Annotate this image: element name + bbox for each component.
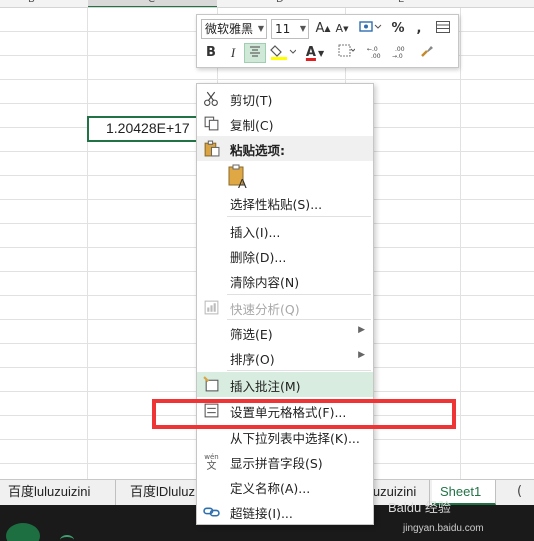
sheet-tab-1[interactable]: 百度luluzuizini: [0, 480, 116, 505]
font-size-select[interactable]: 11 ▼: [271, 19, 309, 39]
phonetic-icon: wén 文: [203, 453, 220, 472]
menu-item-define-name[interactable]: 定义名称(A)...: [197, 474, 373, 499]
menu-label-clear-contents: 清除内容(N): [230, 275, 300, 290]
paint-bucket-icon: [270, 45, 297, 60]
menu-label-paste-special: 选择性粘贴(S)...: [230, 197, 323, 212]
menu-label-insert-comment: 插入批注(M): [230, 379, 301, 394]
phonetic-icon-char: 文: [206, 461, 217, 472]
menu-item-hyperlink[interactable]: 超链接(I)...: [197, 499, 373, 524]
menu-label-copy: 复制(C): [230, 118, 274, 133]
column-label-d[interactable]: D: [276, 0, 284, 5]
font-color-button[interactable]: A ▼: [301, 43, 329, 63]
shrink-font-button[interactable]: A▼: [334, 19, 350, 39]
mini-toolbar: 微软雅黑 ▼ 11 ▼ A▲ A▼ % , B I A ▼ ←.0.00 .00 →…: [196, 14, 459, 68]
menu-label-insert: 插入(I)...: [230, 225, 281, 240]
context-menu: 剪切(T) 复制(C) 粘贴选项: A 选择性粘贴(S)... 插入(I)...…: [196, 83, 374, 525]
app-taskbar-icon[interactable]: [60, 535, 74, 541]
menu-item-paste-special[interactable]: 选择性粘贴(S)...: [197, 190, 373, 215]
font-size-value: 11: [275, 22, 291, 36]
column-header: B C D E: [0, 0, 534, 8]
cell-value: 1.20428E+17: [106, 120, 190, 136]
menu-item-cut[interactable]: 剪切(T): [197, 86, 373, 111]
accounting-format-icon: [359, 21, 382, 32]
paste-clipboard-icon: A: [228, 164, 247, 191]
paintbrush-icon: [421, 46, 433, 57]
sheet-tab-2[interactable]: 百度lDluluz: [122, 480, 198, 505]
link-icon: [203, 507, 220, 517]
menu-label-sort: 排序(O): [230, 352, 275, 367]
menu-item-delete[interactable]: 删除(D)...: [197, 243, 373, 268]
menu-label-paste-options: 粘贴选项:: [230, 143, 285, 158]
menu-item-filter[interactable]: 筛选(E) ▶: [197, 320, 373, 345]
shrink-font-icon: A: [335, 22, 344, 35]
copy-icon: [204, 116, 219, 131]
watermark-url: jingyan.baidu.com: [403, 523, 484, 534]
center-align-button[interactable]: [244, 43, 266, 63]
menu-item-clear-contents[interactable]: 清除内容(N): [197, 268, 373, 293]
clipboard-icon: [204, 140, 220, 157]
font-name-value: 微软雅黑: [205, 22, 254, 36]
menu-item-phonetic-field[interactable]: wén 文 显示拼音字段(S): [197, 449, 373, 474]
highlight-annotation-box: [152, 399, 456, 429]
column-label-b[interactable]: B: [28, 0, 35, 5]
menu-separator: [227, 370, 371, 371]
format-painter-table-button[interactable]: [433, 19, 453, 39]
menu-label-phonetic-field: 显示拼音字段(S): [230, 456, 323, 471]
menu-item-copy[interactable]: 复制(C): [197, 111, 373, 136]
percent-style-button[interactable]: %: [390, 19, 406, 39]
svg-text:.00: .00: [371, 53, 381, 59]
menu-label-hyperlink: 超链接(I)...: [230, 506, 293, 521]
column-label-e[interactable]: E: [398, 0, 404, 5]
svg-text:←.0: ←.0: [367, 46, 378, 53]
format-painter-button[interactable]: [417, 43, 437, 63]
bold-button[interactable]: B: [202, 43, 220, 63]
increase-decimal-icon: ←.0.00: [367, 46, 381, 60]
scissors-icon: [204, 91, 218, 106]
svg-text:.00: .00: [395, 46, 405, 53]
borders-button[interactable]: [335, 43, 357, 63]
increase-decimal-button[interactable]: ←.0.00: [365, 43, 387, 63]
fill-color-button[interactable]: [269, 43, 297, 63]
baidu-watermark: Baidu 经验: [388, 500, 451, 515]
decrease-decimal-icon: .00→.0: [392, 46, 405, 60]
menu-separator: [227, 216, 371, 217]
menu-label-pick-from-list: 从下拉列表中选择(K)...: [230, 431, 360, 446]
menu-label-quick-analysis: 快速分析(Q): [230, 302, 300, 317]
svg-text:→.0: →.0: [392, 53, 403, 59]
menu-label-cut: 剪切(T): [230, 93, 273, 108]
decrease-decimal-button[interactable]: .00 →.0: [390, 43, 412, 63]
excel-taskbar-icon[interactable]: [6, 523, 40, 541]
menu-item-insert[interactable]: 插入(I)...: [197, 218, 373, 243]
italic-button[interactable]: I: [224, 43, 242, 63]
submenu-arrow-icon: ▶: [358, 350, 365, 360]
submenu-arrow-icon: ▶: [358, 325, 365, 335]
grow-font-button[interactable]: A▲: [315, 19, 331, 39]
menu-header-paste-options: 粘贴选项:: [197, 136, 373, 161]
column-label-c[interactable]: C: [148, 0, 155, 5]
quick-analysis-icon: [204, 300, 219, 315]
font-color-icon: A: [305, 45, 316, 60]
align-center-icon: [250, 46, 260, 57]
font-name-select[interactable]: 微软雅黑 ▼: [201, 19, 267, 39]
number-format-button[interactable]: [357, 19, 383, 39]
menu-item-insert-comment[interactable]: 插入批注(M): [197, 372, 373, 397]
chevron-down-icon: ▼: [299, 24, 306, 33]
svg-text:A: A: [238, 176, 247, 190]
table-format-icon: [436, 21, 450, 33]
phonetic-icon-text: wén: [204, 453, 219, 461]
menu-item-sort[interactable]: 排序(O) ▶: [197, 345, 373, 370]
menu-item-quick-analysis: 快速分析(Q): [197, 295, 373, 320]
menu-label-define-name: 定义名称(A)...: [230, 481, 311, 496]
menu-label-filter: 筛选(E): [230, 327, 273, 342]
menu-label-delete: 删除(D)...: [230, 250, 287, 265]
paste-option-button[interactable]: A: [227, 164, 249, 191]
comment-icon: [203, 376, 219, 392]
chevron-down-icon: ▼: [257, 24, 264, 33]
comma-style-button[interactable]: ,: [412, 19, 426, 39]
more-sheets-button[interactable]: (: [505, 480, 534, 505]
border-icon: [338, 44, 356, 57]
